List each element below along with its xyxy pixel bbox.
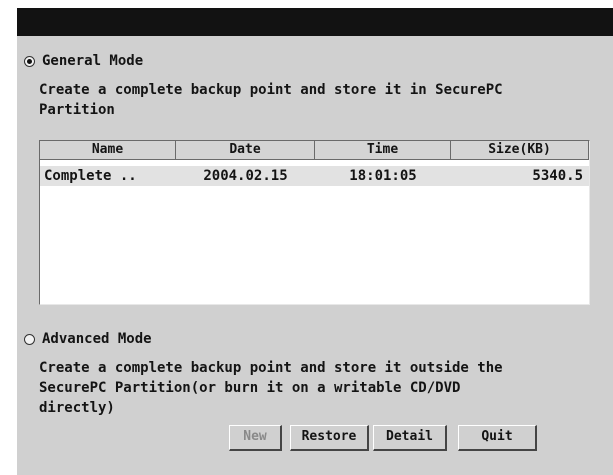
cell-time: 18:01:05 [349, 168, 417, 184]
table-row[interactable]: Complete .. 2004.02.15 18:01:05 5340.5 [40, 166, 589, 186]
column-header-date[interactable]: Date [176, 141, 315, 160]
cell-date: 2004.02.15 [203, 168, 288, 184]
securepc-backup-window: General Mode Create a complete backup po… [17, 8, 613, 475]
table-header: Name Date Time Size(KB) [40, 141, 589, 160]
advanced-mode-description: Create a complete backup point and store… [39, 360, 503, 416]
general-mode-radio[interactable] [24, 55, 35, 67]
restore-button[interactable]: Restore [290, 425, 369, 451]
general-mode-description: Create a complete backup point and store… [39, 82, 503, 118]
cell-size: 5340.5 [532, 168, 583, 184]
detail-button[interactable]: Detail [373, 425, 447, 451]
general-mode-label: General Mode [42, 53, 144, 69]
backup-points-table[interactable]: Name Date Time Size(KB) Complete .. 2004… [39, 140, 590, 305]
quit-button[interactable]: Quit [458, 425, 537, 451]
cell-name: Complete .. [44, 168, 137, 184]
advanced-mode-radio[interactable] [24, 333, 35, 345]
advanced-mode-label: Advanced Mode [42, 331, 152, 347]
column-header-name[interactable]: Name [40, 141, 176, 160]
new-button[interactable]: New [229, 425, 282, 451]
column-header-size[interactable]: Size(KB) [451, 141, 589, 160]
column-header-time[interactable]: Time [315, 141, 451, 160]
general-mode-option[interactable]: General Mode [24, 53, 143, 69]
advanced-mode-option[interactable]: Advanced Mode [24, 331, 152, 347]
title-bar [17, 8, 613, 36]
